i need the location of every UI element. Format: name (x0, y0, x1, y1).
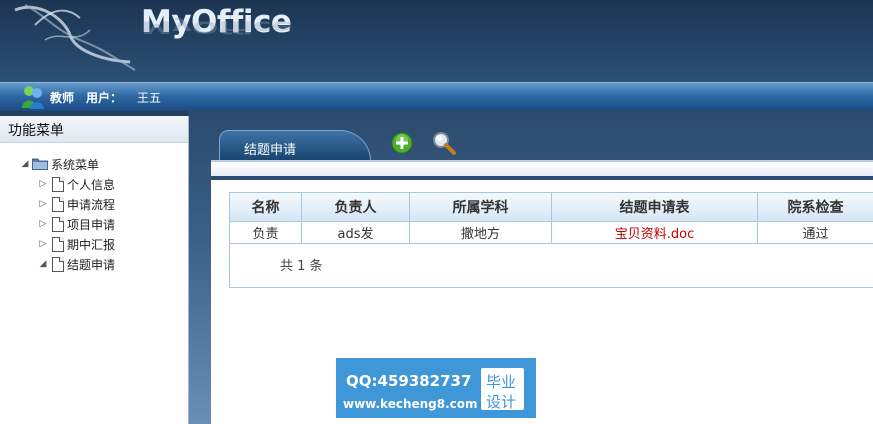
sidebar-header: 功能菜单 (0, 116, 188, 143)
watermark-qq: QQ:459382737 (346, 372, 472, 390)
sidebar-title: 功能菜单 (8, 123, 64, 139)
file-download-link[interactable]: 宝贝资料.doc (552, 222, 758, 244)
column-header-final-form: 结题申请表 (552, 193, 758, 222)
document-icon (52, 216, 64, 232)
folder-icon (32, 158, 48, 170)
tree-item-personal-info[interactable]: ▷ 个人信息 (36, 174, 115, 194)
messenger-user-icon (22, 86, 44, 109)
record-count: 共 1 条 (280, 259, 323, 274)
cell-name: 负责 (230, 222, 302, 244)
watermark-badge-line1: 毕业 (486, 373, 517, 391)
expand-arrow-icon[interactable]: ▷ (36, 199, 50, 209)
expand-arrow-icon[interactable]: ▷ (36, 239, 50, 249)
panel-divider (211, 176, 873, 180)
search-icon[interactable] (431, 130, 457, 156)
user-bar: 教师 用户： 王五 (0, 82, 873, 111)
data-table: 名称 负责人 所属学科 结题申请表 院系检查 负责 ads发 撒地方 宝贝资料.… (229, 192, 873, 288)
column-header-owner: 负责人 (302, 193, 410, 222)
watermark-banner: QQ:459382737 www.kecheng8.com 毕业 设计 (336, 358, 536, 418)
cell-dept-check: 通过 (758, 222, 873, 244)
document-icon (52, 256, 64, 272)
column-header-name: 名称 (230, 193, 302, 222)
document-icon (52, 236, 64, 252)
tab-label: 结题申请 (244, 143, 297, 158)
collapse-arrow-icon[interactable]: ◢ (18, 159, 32, 169)
tree-label: 结题申请 (67, 257, 116, 272)
tree-label: 系统菜单 (51, 157, 100, 172)
cell-owner: ads发 (302, 222, 410, 244)
user-role: 教师 (50, 91, 75, 105)
column-header-dept-check: 院系检查 (758, 193, 873, 222)
watermark-url: www.kecheng8.com (343, 397, 478, 411)
ribbon-logo-icon (14, 4, 136, 71)
tree-label: 期中汇报 (67, 237, 116, 252)
tree-label: 申请流程 (67, 197, 116, 212)
tree-item-midterm-report[interactable]: ▷ 期中汇报 (36, 234, 115, 254)
collapse-arrow-icon[interactable]: ◢ (36, 259, 50, 269)
tree-label: 项目申请 (67, 217, 116, 232)
tree-item-final-application[interactable]: ◢ 结题申请 (36, 254, 115, 274)
document-icon (52, 196, 64, 212)
cell-subject: 撒地方 (410, 222, 552, 244)
add-icon[interactable] (391, 132, 413, 154)
expand-arrow-icon[interactable]: ▷ (36, 179, 50, 189)
tree-label: 个人信息 (67, 177, 116, 192)
user-label: 用户： (86, 91, 123, 105)
user-name: 王五 (137, 91, 162, 105)
sidebar: 功能菜单 ◢ 系统菜单 ▷ 个人信息 ▷ 申请流程 ▷ 项目申请 ▷ 期中汇报 … (0, 116, 189, 424)
tree-item-project-application[interactable]: ▷ 项目申请 (36, 214, 115, 234)
document-icon (52, 176, 64, 192)
column-header-subject: 所属学科 (410, 193, 552, 222)
watermark-badge-line2: 设计 (486, 393, 517, 411)
tree-item-application-flow[interactable]: ▷ 申请流程 (36, 194, 115, 214)
expand-arrow-icon[interactable]: ▷ (36, 219, 50, 229)
brand-reflection: MyOffice (141, 17, 293, 37)
app-header: MyOffice MyOffice (0, 0, 873, 82)
tree-root-system-menu[interactable]: ◢ 系统菜单 (18, 154, 99, 174)
